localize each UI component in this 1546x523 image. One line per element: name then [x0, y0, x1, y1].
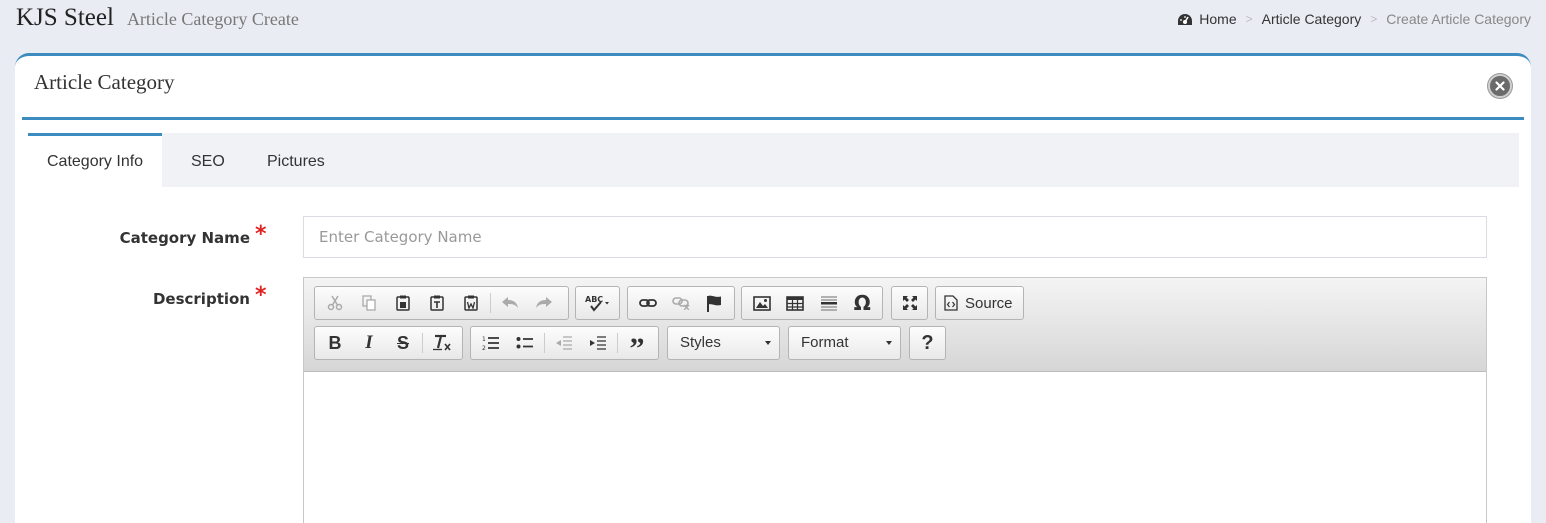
- anchor-icon[interactable]: [698, 289, 731, 317]
- page-header: KJS Steel Article Category Create: [16, 4, 299, 38]
- unlink-icon[interactable]: [664, 289, 697, 317]
- breadcrumb-separator: >: [1370, 12, 1378, 26]
- site-name: KJS Steel: [16, 4, 114, 31]
- format-label: Format: [801, 334, 849, 351]
- paste-text-icon[interactable]: [420, 289, 454, 317]
- portlet-title: Article Category: [34, 70, 175, 94]
- cut-icon[interactable]: [318, 289, 352, 317]
- paste-icon[interactable]: [386, 289, 420, 317]
- toolbar-separator: [490, 293, 491, 313]
- breadcrumb-home[interactable]: Home: [1199, 11, 1236, 27]
- category-name-input[interactable]: [303, 216, 1487, 258]
- editor-content-area[interactable]: [304, 372, 1486, 523]
- numbered-list-icon[interactable]: 12: [474, 329, 508, 357]
- outdent-icon[interactable]: [547, 329, 581, 357]
- required-marker: *: [255, 283, 267, 308]
- breadcrumb-article-category[interactable]: Article Category: [1262, 11, 1362, 27]
- horizontal-rule-icon[interactable]: [812, 289, 846, 317]
- source-icon: [944, 295, 958, 311]
- special-char-icon[interactable]: Ω: [846, 289, 880, 317]
- basic-styles-group: B I S: [314, 326, 463, 360]
- table-icon[interactable]: [779, 289, 813, 317]
- rich-text-editor: ABC Ω Source B I S 1 2 ” Styles Format ?: [303, 277, 1487, 523]
- chevron-down-icon: [886, 341, 892, 345]
- paste-word-icon[interactable]: [454, 289, 488, 317]
- styles-label: Styles: [680, 334, 721, 351]
- editor-toolbar: ABC Ω Source B I S 1 2 ” Styles Format ?: [304, 278, 1486, 372]
- bold-icon[interactable]: B: [318, 329, 352, 357]
- image-icon[interactable]: [745, 289, 779, 317]
- format-dropdown[interactable]: Format: [788, 326, 901, 360]
- italic-icon[interactable]: I: [352, 329, 386, 357]
- redo-icon[interactable]: [527, 289, 561, 317]
- toolbar-separator: [617, 333, 618, 353]
- styles-dropdown[interactable]: Styles: [667, 326, 780, 360]
- portlet-divider: [22, 117, 1524, 120]
- lists-group: 12 ”: [470, 326, 659, 364]
- required-marker: *: [255, 222, 267, 247]
- spellcheck-icon[interactable]: ABC: [579, 289, 616, 317]
- link-icon[interactable]: [631, 289, 664, 317]
- close-icon: [1495, 81, 1505, 91]
- strike-icon[interactable]: S: [386, 329, 420, 357]
- bullet-list-icon[interactable]: [508, 329, 542, 357]
- clipboard-group: [314, 286, 569, 320]
- breadcrumb-current: Create Article Category: [1386, 11, 1531, 27]
- help-icon: ?: [921, 331, 934, 354]
- page-subtitle: Article Category Create: [126, 9, 299, 29]
- source-button[interactable]: Source: [935, 286, 1024, 320]
- svg-text:2: 2: [482, 345, 486, 351]
- close-button[interactable]: [1488, 74, 1512, 98]
- breadcrumb-separator: >: [1245, 12, 1253, 26]
- undo-icon[interactable]: [493, 289, 527, 317]
- blockquote-icon[interactable]: ”: [620, 329, 654, 364]
- toolbar-separator: [544, 333, 545, 353]
- toolbar-separator: [422, 333, 423, 353]
- tab-seo[interactable]: SEO: [172, 133, 244, 187]
- source-label: Source: [965, 294, 1013, 312]
- remove-format-icon[interactable]: [425, 329, 459, 357]
- tab-bar: Category Info SEO Pictures: [28, 133, 1519, 187]
- help-button[interactable]: ?: [909, 326, 946, 360]
- insert-group: Ω: [741, 286, 883, 320]
- article-category-portlet: Article Category Category Info SEO Pictu…: [15, 53, 1531, 523]
- tab-pictures[interactable]: Pictures: [248, 133, 344, 187]
- maximize-group: [891, 286, 928, 320]
- tab-category-info[interactable]: Category Info: [28, 133, 163, 187]
- svg-text:1: 1: [482, 336, 486, 343]
- chevron-down-icon: [765, 341, 771, 345]
- maximize-icon[interactable]: [895, 289, 924, 317]
- description-label: Description: [152, 290, 250, 308]
- breadcrumb: Home > Article Category > Create Article…: [1177, 11, 1531, 27]
- copy-icon[interactable]: [352, 289, 386, 317]
- spellcheck-group: ABC: [575, 286, 620, 320]
- dashboard-icon: [1177, 13, 1193, 26]
- category-name-label: Category Name: [119, 229, 250, 247]
- indent-icon[interactable]: [581, 329, 615, 357]
- links-group: [627, 286, 735, 320]
